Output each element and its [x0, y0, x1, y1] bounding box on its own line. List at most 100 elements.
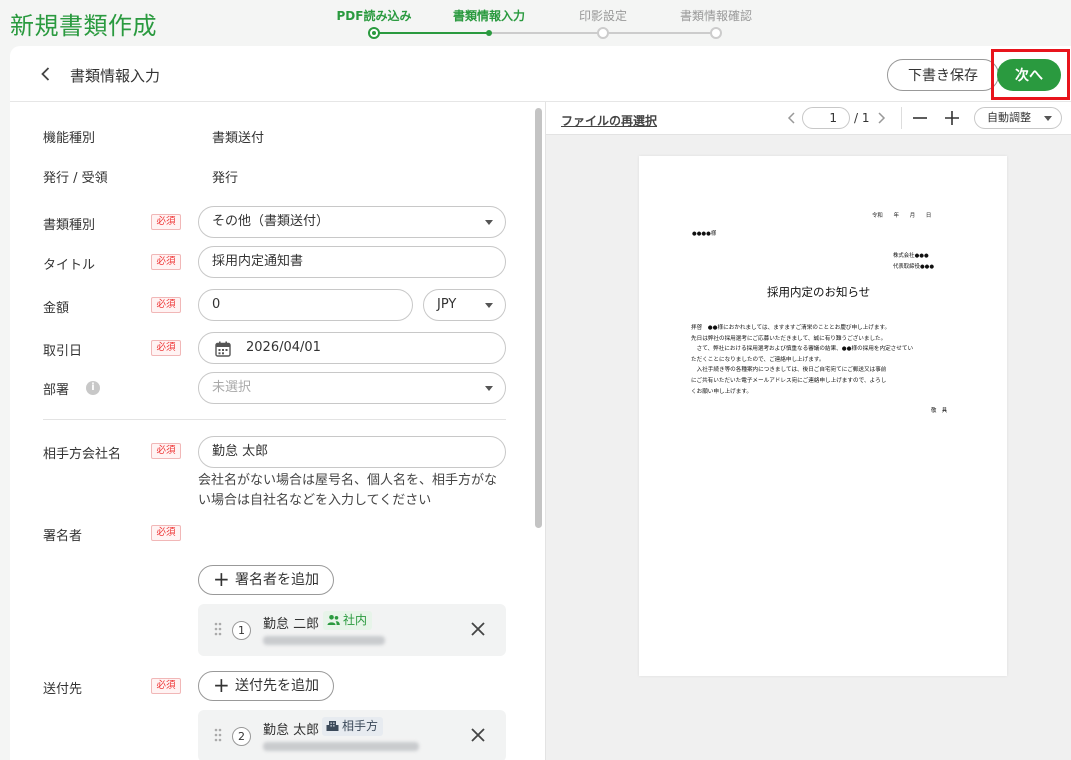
dropdown-caret-icon [485, 303, 493, 308]
close-icon[interactable] [470, 727, 486, 743]
section-divider [43, 419, 506, 420]
add-signer-button[interactable]: + 署名者を追加 [198, 565, 334, 595]
step-dot-pdf [368, 27, 380, 39]
dropdown-caret-icon [485, 220, 493, 225]
required-badge: 必須 [151, 254, 181, 270]
zoom-out-icon[interactable] [912, 110, 928, 126]
drag-handle-icon[interactable] [214, 622, 222, 636]
doc-type-select[interactable]: その他（書類送付） [198, 206, 506, 238]
doc-body-line: 先日は弊社の採用選考にご応募いただきまして、誠に有り難うございました。 [691, 335, 887, 342]
chevron-right-icon[interactable] [874, 111, 888, 125]
zoom-in-icon[interactable] [944, 110, 960, 126]
function-type-value: 書類送付 [212, 131, 265, 146]
order-number: 1 [232, 621, 251, 640]
doc-body-line: ただくことになりましたので、ご連絡申し上げます。 [691, 356, 825, 363]
issue-receive-value: 発行 [212, 171, 239, 186]
doc-company: 株式会社●●● [893, 253, 929, 259]
internal-badge: 社内 [323, 611, 373, 630]
department-placeholder: 未選択 [212, 380, 252, 395]
highlight-box [991, 49, 1070, 100]
form-pane: 機能種別 書類送付 発行 / 受領 発行 書類種別 必須 その他（書類送付） タ… [10, 102, 545, 760]
close-icon[interactable] [470, 621, 486, 637]
partner-company-value: 勤怠 太郎 [212, 444, 269, 459]
partner-company-input[interactable]: 勤怠 太郎 [198, 436, 506, 468]
doc-body-line: にご共有いただいた電子メールアドレス宛にご連絡申し上げますので、よろし [691, 377, 887, 384]
preview-toolbar: ファイルの再選択 1 / 1 自動調整 [546, 102, 1071, 135]
step-dot-doc-info [486, 30, 492, 36]
currency-value: JPY [437, 297, 457, 312]
doc-closing: 敬 具 [931, 408, 948, 414]
form-scrollbar[interactable] [535, 108, 542, 528]
zoom-select[interactable]: 自動調整 [974, 107, 1062, 129]
required-badge: 必須 [151, 525, 181, 541]
add-signer-label: 署名者を追加 [235, 572, 319, 588]
step-label-pdf: PDF読み込み [336, 9, 412, 23]
signer-card: 1 勤怠 二郎 社内 [198, 604, 506, 656]
signers-label: 署名者 [43, 529, 83, 544]
chevron-left-icon[interactable] [36, 64, 56, 84]
step-label-confirm: 書類情報確認 [679, 9, 753, 23]
chevron-left-icon[interactable] [785, 111, 799, 125]
title-value: 採用内定通知書 [212, 254, 304, 269]
reselect-file-link[interactable]: ファイルの再選択 [561, 112, 657, 129]
plus-icon: + [213, 567, 230, 591]
page-title: 書類情報入力 [70, 67, 161, 85]
recipients-label: 送付先 [43, 682, 83, 697]
department-label: 部署 [43, 383, 70, 398]
preview-pane: ファイルの再選択 1 / 1 自動調整 令和 年 月 日 ●●●●様 株式会社●… [546, 102, 1071, 760]
dropdown-caret-icon [485, 386, 493, 391]
doc-body-line: くお願い申し上げます。 [691, 388, 752, 395]
recipient-name: 勤怠 太郎 [263, 723, 320, 738]
trade-date-value: 2026/04/01 [246, 340, 321, 355]
doc-body-line: 拝啓 ●●様におかれましては、ますますご清栄のこととお慶び申し上げます。 [691, 325, 891, 331]
required-badge: 必須 [151, 340, 181, 356]
partner-company-helper: 会社名がない場合は屋号名、個人名を、相手方がない場合は自社名などを入力してくださ… [198, 473, 498, 508]
step-label-seal: 印影設定 [578, 9, 628, 23]
partner-badge-label: 相手方 [342, 719, 379, 733]
users-icon [327, 615, 340, 625]
doc-type-value: その他（書類送付） [212, 214, 330, 229]
amount-input[interactable]: 0 [198, 289, 413, 321]
doc-body-line: さて、弊社における採用選考および慎重なる審議の結果、●●様の採用を内定させてい [691, 346, 914, 353]
recipient-email [263, 742, 419, 751]
page-number-input[interactable]: 1 [802, 107, 850, 129]
partner-badge: 相手方 [322, 717, 384, 736]
doc-recipient: ●●●●様 [692, 231, 717, 237]
doc-body: 拝啓 ●●様におかれましては、ますますご清栄のこととお慶び申し上げます。 先日は… [691, 323, 961, 397]
title-input[interactable]: 採用内定通知書 [198, 246, 506, 278]
required-badge: 必須 [151, 678, 181, 694]
amount-label: 金額 [43, 301, 70, 316]
app-title: 新規書類作成 [10, 12, 157, 40]
required-badge: 必須 [151, 214, 181, 230]
save-draft-button[interactable]: 下書き保存 [887, 59, 999, 91]
info-icon[interactable]: i [86, 381, 100, 395]
trade-date-input[interactable]: 2026/04/01 [198, 332, 506, 364]
trade-date-label: 取引日 [43, 344, 83, 359]
signer-name: 勤怠 二郎 [263, 617, 320, 632]
card-header: 書類情報入力 下書き保存 次へ [10, 46, 1071, 102]
dropdown-caret-icon [1044, 116, 1052, 121]
title-label: タイトル [43, 258, 96, 273]
add-recipient-button[interactable]: + 送付先を追加 [198, 671, 334, 701]
doc-representative: 代表取締役●●● [893, 264, 935, 270]
internal-badge-label: 社内 [343, 613, 368, 627]
required-badge: 必須 [151, 443, 181, 459]
building-icon [326, 721, 339, 731]
issue-receive-label: 発行 / 受領 [43, 171, 108, 186]
department-select[interactable]: 未選択 [198, 372, 506, 404]
step-label-doc-info: 書類情報入力 [452, 9, 526, 23]
calendar-icon [215, 341, 231, 357]
function-type-label: 機能種別 [43, 131, 96, 146]
progress-stepper: PDF読み込み 書類情報入力 印影設定 書類情報確認 [325, 0, 765, 44]
drag-handle-icon[interactable] [214, 728, 222, 742]
page-total: / 1 [854, 111, 870, 125]
pdf-page: 令和 年 月 日 ●●●●様 株式会社●●● 代表取締役●●● 採用内定のお知ら… [639, 156, 1007, 676]
doc-date: 令和 年 月 日 [872, 213, 932, 219]
toolbar-separator [901, 107, 902, 129]
currency-select[interactable]: JPY [423, 289, 506, 321]
doc-heading: 採用内定のお知らせ [767, 285, 871, 299]
step-connector [374, 32, 489, 34]
add-recipient-label: 送付先を追加 [235, 678, 319, 694]
signer-email [263, 636, 385, 645]
step-dot-seal [597, 27, 609, 39]
